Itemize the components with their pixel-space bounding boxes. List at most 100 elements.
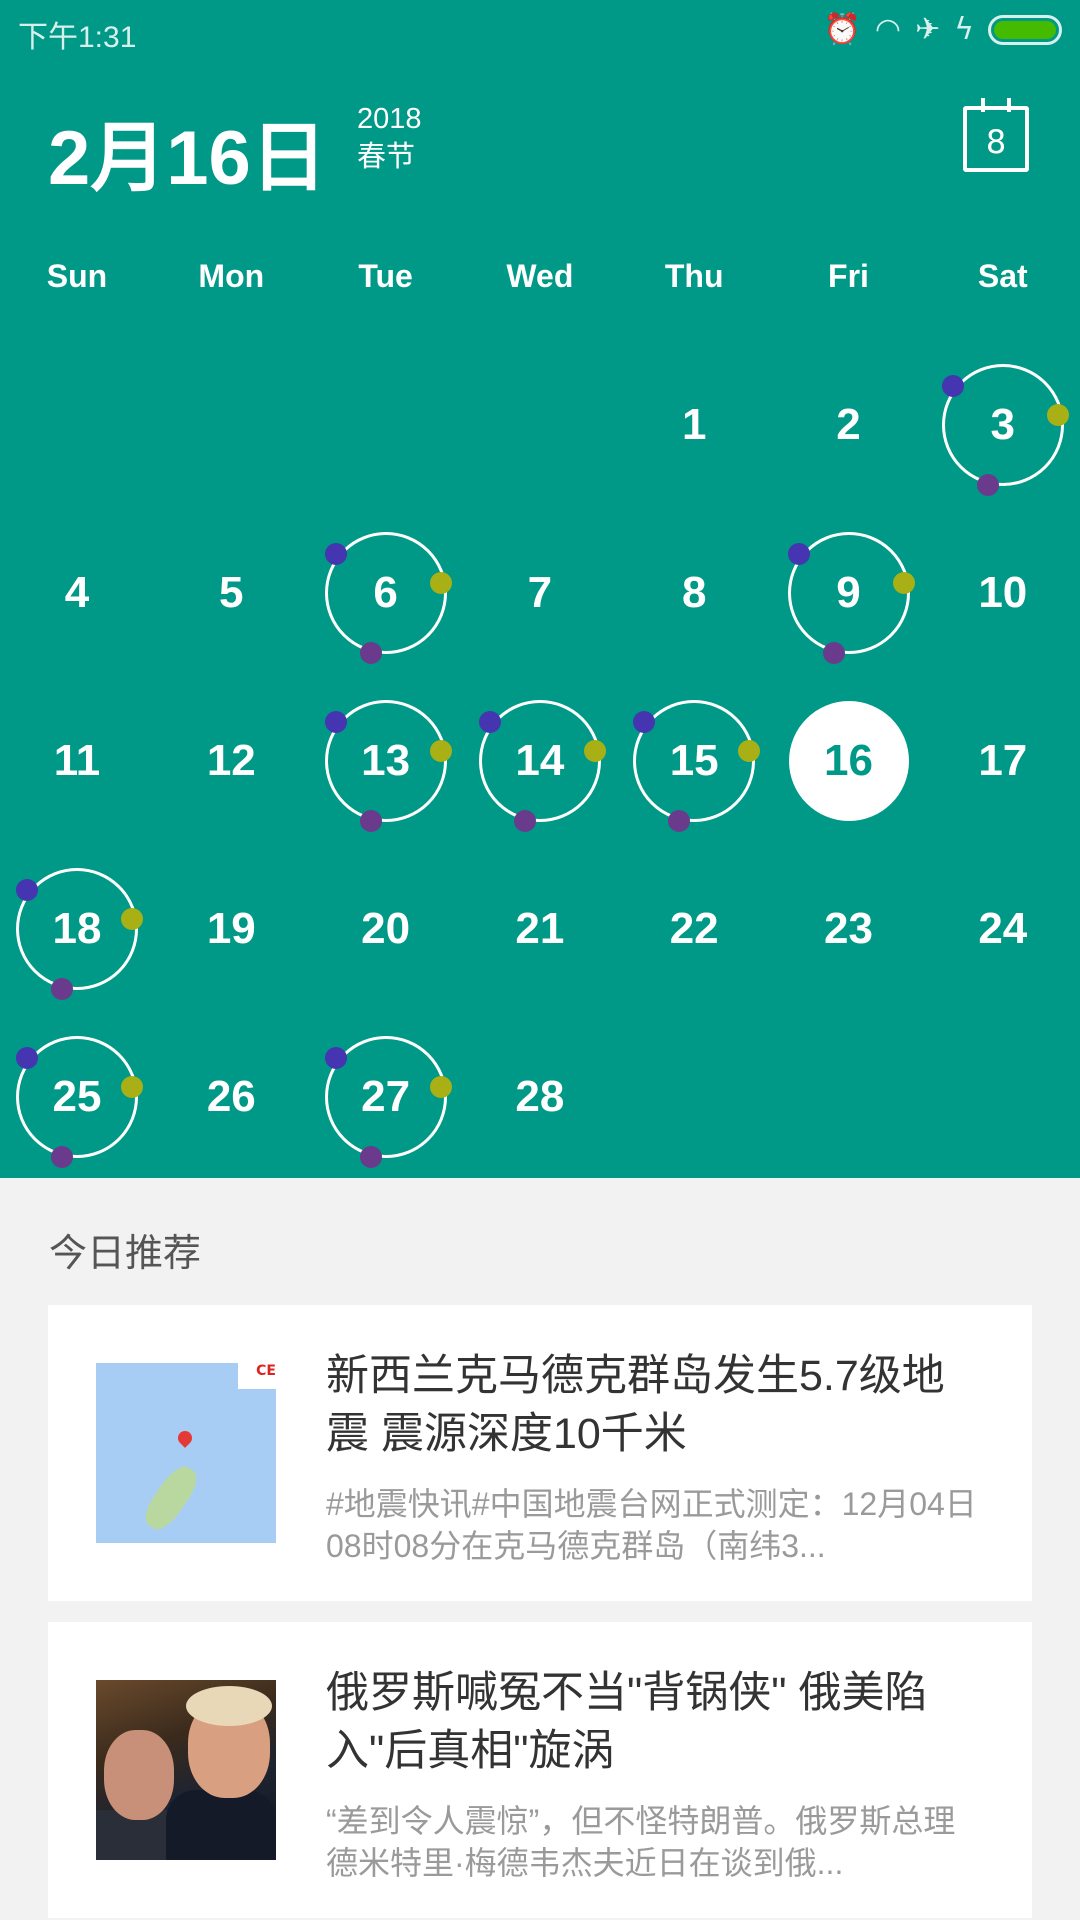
event-dot <box>478 711 501 733</box>
festival-label: 春节 <box>357 141 416 173</box>
event-dot <box>359 1146 382 1168</box>
event-dot <box>359 810 382 832</box>
day-23[interactable]: 23 <box>772 845 926 1013</box>
day-9[interactable]: 9 <box>772 509 926 677</box>
day-number: 13 <box>361 736 411 785</box>
day-number: 10 <box>978 568 1028 617</box>
day-7[interactable]: 7 <box>463 509 617 677</box>
day-number: 24 <box>978 904 1028 953</box>
day-number: 1 <box>681 400 707 449</box>
event-dot <box>121 908 143 930</box>
day-20[interactable]: 20 <box>309 845 463 1013</box>
event-dot <box>324 543 347 565</box>
day-12[interactable]: 12 <box>154 677 308 845</box>
day-5[interactable]: 5 <box>154 509 308 677</box>
status-bar: 下午1:31 ⏰ ◠ ✈ ϟ <box>0 0 1080 64</box>
day-number: 27 <box>361 1072 411 1121</box>
news-snippet: #地震快讯#中国地震台网正式测定：12月04日08时08分在克马德克群岛（南纬3… <box>326 1486 977 1564</box>
day-18[interactable]: 18 <box>0 845 154 1013</box>
day-17[interactable]: 17 <box>926 677 1080 845</box>
day-4[interactable]: 4 <box>0 509 154 677</box>
event-dot <box>941 375 964 397</box>
day-number: 11 <box>53 736 101 785</box>
day-number: 8 <box>681 568 707 617</box>
day-number: 18 <box>52 904 102 953</box>
battery-icon <box>988 14 1062 45</box>
day-10[interactable]: 10 <box>926 509 1080 677</box>
day-number: 28 <box>515 1072 565 1121</box>
event-dot <box>324 711 347 733</box>
selected-date: 2月16日 <box>48 116 327 201</box>
day-2[interactable]: 2 <box>772 341 926 509</box>
event-dot <box>892 572 915 594</box>
day-number: 12 <box>206 736 256 785</box>
event-dot <box>16 1047 38 1069</box>
weekday-fri: Fri <box>828 258 869 294</box>
day-21[interactable]: 21 <box>463 845 617 1013</box>
event-dot <box>513 810 536 832</box>
day-19[interactable]: 19 <box>154 845 308 1013</box>
weekday-wed: Wed <box>506 258 574 294</box>
event-dot <box>359 642 382 664</box>
wifi-icon: ◠ <box>874 12 902 47</box>
event-dot <box>738 740 761 762</box>
day-number: 5 <box>219 568 244 617</box>
event-dot <box>51 978 73 1000</box>
news-card[interactable]: CE 新西兰克马德克群岛发生5.7级地震 震源深度10千米 #地震快讯#中国地震… <box>48 1305 1032 1601</box>
day-number: 9 <box>836 568 861 617</box>
news-thumbnail-map: CE <box>96 1363 276 1543</box>
day-13[interactable]: 13 <box>309 677 463 845</box>
day-3[interactable]: 3 <box>926 341 1080 509</box>
event-dot <box>121 1076 143 1098</box>
day-number: 19 <box>206 904 256 953</box>
news-thumbnail-photo <box>96 1680 276 1860</box>
day-number: 22 <box>669 904 719 953</box>
day-15[interactable]: 15 <box>617 677 771 845</box>
day-number: 20 <box>361 904 411 953</box>
calendar-panel: 下午1:31 ⏰ ◠ ✈ ϟ 2月16日 2018 春节 8 Sun Mon Tue… <box>0 0 1080 1178</box>
logo: CE <box>238 1363 276 1389</box>
day-25[interactable]: 25 <box>0 1013 154 1181</box>
day-number: 6 <box>373 568 398 617</box>
news-snippet: “差到令人震惊”，但不怪特朗普。俄罗斯总理德米特里·梅德韦杰夫近日在谈到俄... <box>326 1803 956 1881</box>
day-26[interactable]: 26 <box>154 1013 308 1181</box>
day-number: 26 <box>206 1072 256 1121</box>
map-pin-icon <box>175 1428 195 1448</box>
day-11[interactable]: 11 <box>0 677 154 845</box>
day-6[interactable]: 6 <box>309 509 463 677</box>
day-number: 4 <box>64 568 90 617</box>
weekday-tue: Tue <box>358 258 413 294</box>
day-27[interactable]: 27 <box>309 1013 463 1181</box>
alarm-icon: ⏰ <box>823 12 861 47</box>
recommend-heading: 今日推荐 <box>49 1231 202 1275</box>
today-calendar-button[interactable]: 8 <box>963 98 1029 172</box>
day-14[interactable]: 14 <box>463 677 617 845</box>
day-number: 2 <box>836 400 861 449</box>
day-number: 16 <box>824 736 873 785</box>
news-card[interactable]: 俄罗斯喊冤不当"背锅侠" 俄美陷入"后真相"旋涡 “差到令人震惊”，但不怪特朗普… <box>48 1622 1032 1918</box>
day-16[interactable]: 16 <box>772 677 926 845</box>
event-dot <box>976 474 999 496</box>
event-dot <box>787 543 810 565</box>
weekday-mon: Mon <box>198 258 265 294</box>
day-number: 3 <box>990 400 1016 449</box>
charging-icon: ϟ <box>954 12 974 47</box>
day-28[interactable]: 28 <box>463 1013 617 1181</box>
day-24[interactable]: 24 <box>926 845 1080 1013</box>
day-1[interactable]: 1 <box>617 341 771 509</box>
year-label: 2018 <box>357 103 422 135</box>
news-title: 新西兰克马德克群岛发生5.7级地震 震源深度10千米 <box>326 1352 945 1458</box>
day-8[interactable]: 8 <box>617 509 771 677</box>
event-dot <box>1046 404 1069 426</box>
day-22[interactable]: 22 <box>617 845 771 1013</box>
event-dot <box>429 740 452 762</box>
event-dot <box>51 1146 73 1168</box>
airplane-mode-icon: ✈ <box>915 12 941 47</box>
event-dot <box>668 810 691 832</box>
day-number: 14 <box>515 736 565 785</box>
status-time: 下午1:31 <box>18 21 137 54</box>
day-number: 25 <box>52 1072 102 1121</box>
weekday-thu: Thu <box>664 258 724 294</box>
day-number: 23 <box>824 904 873 953</box>
day-number: 15 <box>669 736 719 785</box>
